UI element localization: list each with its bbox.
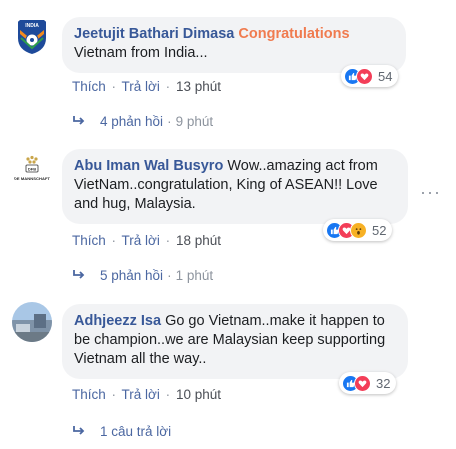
reply-arrow-icon <box>72 114 86 129</box>
reply-link[interactable]: Trả lời <box>122 387 160 402</box>
comment-highlight-text: Congratulations <box>238 26 350 42</box>
reply-link[interactable]: Trả lời <box>122 233 160 248</box>
comment-author[interactable]: Adhjeezz Isa <box>74 313 161 329</box>
svg-text:INDIA: INDIA <box>25 23 39 29</box>
reply-arrow-icon <box>72 268 86 283</box>
comment-actions: Thích · Trả lời · 18 phút <box>72 233 221 248</box>
replies-count-label[interactable]: 4 phản hồi <box>100 114 163 129</box>
comment-author[interactable]: Jeetujit Bathari Dimasa <box>74 26 234 42</box>
reply-arrow-icon <box>72 424 86 439</box>
avatar-india-logo[interactable]: INDIA <box>12 16 52 56</box>
replies-count-label[interactable]: 5 phản hồi <box>100 268 163 283</box>
reaction-count: 52 <box>372 222 387 238</box>
love-icon <box>356 67 373 85</box>
dfb-crest-icon: DFB <box>25 155 39 173</box>
avatar-photo[interactable] <box>12 302 52 342</box>
comment-actions: Thích · Trả lời · 13 phút <box>72 79 221 94</box>
view-replies[interactable]: 4 phản hồi · 9 phút <box>72 114 213 129</box>
like-link[interactable]: Thích <box>72 79 106 94</box>
like-link[interactable]: Thích <box>72 233 106 248</box>
comment-time[interactable]: 18 phút <box>176 233 221 248</box>
replies-time: 9 phút <box>175 114 214 129</box>
india-football-logo-icon: INDIA <box>18 20 46 54</box>
replies-count-label[interactable]: 1 câu trả lời <box>100 424 171 439</box>
wow-icon <box>350 221 367 239</box>
avatar-de-mannschaft[interactable]: DFB DE MANNSCHAFT <box>12 150 52 190</box>
view-replies[interactable]: 1 câu trả lời <box>72 424 171 439</box>
svg-text:DFB: DFB <box>28 167 36 172</box>
comment-author[interactable]: Abu Iman Wal Busyro <box>74 158 223 174</box>
replies-time: 1 phút <box>175 268 214 283</box>
reaction-count: 54 <box>378 68 393 84</box>
view-replies[interactable]: 5 phản hồi · 1 phút <box>72 268 213 283</box>
reactions-summary[interactable]: 52 <box>323 219 393 241</box>
reaction-count: 32 <box>376 375 391 391</box>
avatar-caption: DE MANNSCHAFT <box>13 176 51 181</box>
love-icon <box>354 374 371 392</box>
reactions-summary[interactable]: 32 <box>339 372 397 394</box>
comment-actions: Thích · Trả lời · 10 phút <box>72 387 221 402</box>
like-link[interactable]: Thích <box>72 387 106 402</box>
reactions-summary[interactable]: 54 <box>341 65 399 87</box>
comment-text: Vietnam from India... <box>74 45 208 61</box>
more-options-icon[interactable]: ··· <box>420 182 441 203</box>
comment-bubble: Abu Iman Wal Busyro Wow..amazing act fro… <box>62 149 408 224</box>
comment-bubble: Adhjeezz Isa Go go Vietnam..make it happ… <box>62 304 408 379</box>
comment-time[interactable]: 10 phút <box>176 387 221 402</box>
comment-time[interactable]: 13 phút <box>176 79 221 94</box>
user-photo-icon <box>12 302 52 342</box>
reply-link[interactable]: Trả lời <box>122 79 160 94</box>
